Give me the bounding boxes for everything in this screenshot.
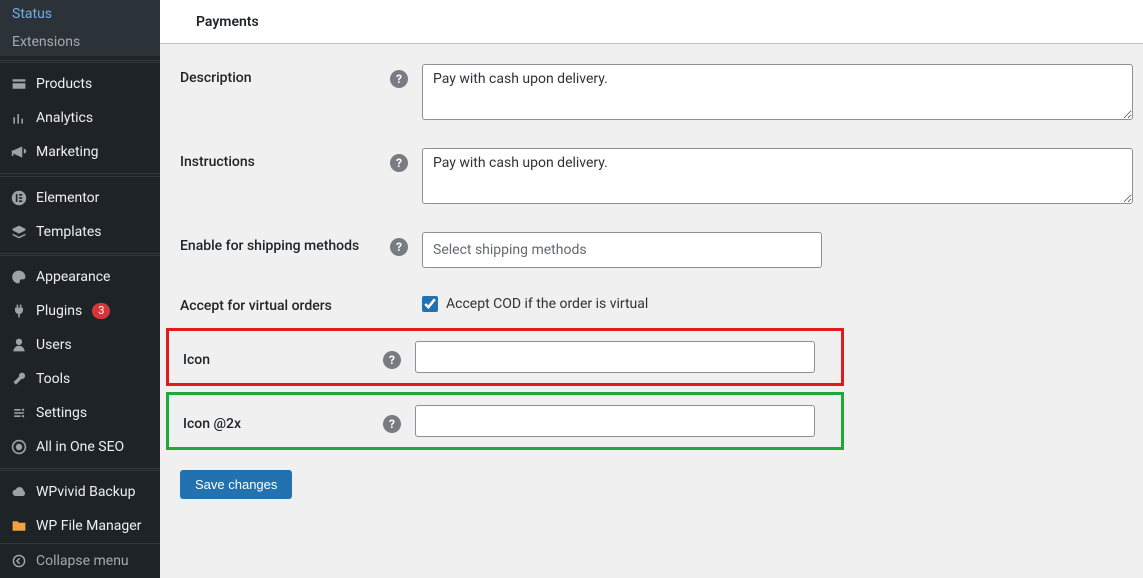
tab-payments[interactable]: Payments bbox=[180, 2, 275, 42]
sidebar-item-appearance[interactable]: Appearance bbox=[0, 260, 160, 294]
sidebar-item-label: Plugins bbox=[36, 303, 82, 319]
sidebar-item-label: All in One SEO bbox=[36, 439, 124, 455]
admin-sidebar: Status Extensions Products Analytics Mar… bbox=[0, 0, 160, 578]
help-icon[interactable]: ? bbox=[383, 351, 401, 369]
icon-input[interactable] bbox=[415, 341, 815, 373]
appearance-icon bbox=[10, 268, 28, 286]
label-icon2x: Icon @2x bbox=[173, 410, 383, 432]
sidebar-item-label: WPvivid Backup bbox=[36, 484, 135, 500]
plugins-icon bbox=[10, 302, 28, 320]
sidebar-item-label: Elementor bbox=[36, 190, 99, 206]
plugins-badge: 3 bbox=[92, 303, 110, 319]
instructions-textarea[interactable] bbox=[422, 148, 1133, 204]
sidebar-item-users[interactable]: Users bbox=[0, 328, 160, 362]
sidebar-item-wpvivid-backup[interactable]: WPvivid Backup bbox=[0, 475, 160, 509]
cloud-icon bbox=[10, 483, 28, 501]
settings-icon bbox=[10, 404, 28, 422]
save-changes-button[interactable]: Save changes bbox=[180, 470, 292, 499]
sidebar-item-label: Templates bbox=[36, 224, 102, 240]
sidebar-item-label: Settings bbox=[36, 405, 87, 421]
sidebar-item-templates[interactable]: Templates bbox=[0, 215, 160, 249]
row-shipping-methods: Enable for shipping methods ? Select shi… bbox=[160, 220, 1143, 280]
sidebar-item-label: Appearance bbox=[36, 269, 110, 285]
sidebar-sub-status[interactable]: Status bbox=[0, 0, 160, 28]
elementor-icon bbox=[10, 189, 28, 207]
sidebar-item-products[interactable]: Products bbox=[0, 67, 160, 101]
sidebar-item-wp-file-manager[interactable]: WP File Manager bbox=[0, 509, 160, 543]
sidebar-item-label: Marketing bbox=[36, 144, 99, 160]
sidebar-sub-extensions[interactable]: Extensions bbox=[0, 28, 160, 56]
templates-icon bbox=[10, 223, 28, 241]
row-description: Description ? bbox=[160, 52, 1143, 136]
description-textarea[interactable] bbox=[422, 64, 1133, 120]
sidebar-submenu: Status Extensions bbox=[0, 0, 160, 56]
sidebar-separator bbox=[0, 468, 160, 471]
icon2x-input[interactable] bbox=[415, 405, 815, 437]
seo-icon bbox=[10, 438, 28, 456]
row-instructions: Instructions ? bbox=[160, 136, 1143, 220]
submit-row: Save changes bbox=[160, 450, 1143, 499]
collapse-icon bbox=[10, 552, 28, 570]
collapse-menu-button[interactable]: Collapse menu bbox=[0, 543, 160, 578]
accept-virtual-checkbox[interactable] bbox=[422, 296, 438, 312]
sidebar-item-label: WP File Manager bbox=[36, 518, 141, 534]
sidebar-item-plugins[interactable]: Plugins 3 bbox=[0, 294, 160, 328]
users-icon bbox=[10, 336, 28, 354]
sidebar-item-tools[interactable]: Tools bbox=[0, 362, 160, 396]
products-icon bbox=[10, 75, 28, 93]
help-icon[interactable]: ? bbox=[390, 238, 408, 256]
sidebar-separator bbox=[0, 253, 160, 256]
settings-body: Description ? Instructions ? Enable for … bbox=[160, 44, 1143, 578]
row-icon-highlighted: Icon ? bbox=[166, 328, 844, 386]
sidebar-item-analytics[interactable]: Analytics bbox=[0, 101, 160, 135]
sidebar-item-label: Analytics bbox=[36, 110, 93, 126]
label-instructions: Instructions bbox=[170, 148, 390, 170]
shipping-methods-select[interactable]: Select shipping methods bbox=[422, 232, 822, 268]
sidebar-separator bbox=[0, 60, 160, 63]
row-virtual-orders: Accept for virtual orders ? Accept COD i… bbox=[160, 280, 1143, 328]
sidebar-separator bbox=[0, 173, 160, 176]
sidebar-item-label: Tools bbox=[36, 371, 70, 387]
label-icon: Icon bbox=[173, 346, 383, 368]
sidebar-item-label: Users bbox=[36, 337, 72, 353]
help-icon[interactable]: ? bbox=[390, 70, 408, 88]
settings-tabs: Payments bbox=[160, 0, 1143, 44]
tools-icon bbox=[10, 370, 28, 388]
help-icon[interactable]: ? bbox=[383, 415, 401, 433]
help-icon[interactable]: ? bbox=[390, 154, 408, 172]
accept-virtual-label: Accept COD if the order is virtual bbox=[446, 296, 648, 312]
sidebar-item-marketing[interactable]: Marketing bbox=[0, 135, 160, 169]
label-description: Description bbox=[170, 64, 390, 86]
label-shipping-methods: Enable for shipping methods bbox=[170, 232, 390, 254]
analytics-icon bbox=[10, 109, 28, 127]
sidebar-item-elementor[interactable]: Elementor bbox=[0, 181, 160, 215]
collapse-menu-label: Collapse menu bbox=[36, 553, 129, 569]
file-manager-icon bbox=[10, 517, 28, 535]
sidebar-item-all-in-one-seo[interactable]: All in One SEO bbox=[0, 430, 160, 464]
main-content: Payments Description ? Instructions ? En… bbox=[160, 0, 1143, 578]
marketing-icon bbox=[10, 143, 28, 161]
sidebar-item-settings[interactable]: Settings bbox=[0, 396, 160, 430]
sidebar-item-label: Products bbox=[36, 76, 92, 92]
row-icon2x-highlighted: Icon @2x ? bbox=[166, 392, 844, 450]
label-virtual-orders: Accept for virtual orders bbox=[170, 292, 390, 314]
